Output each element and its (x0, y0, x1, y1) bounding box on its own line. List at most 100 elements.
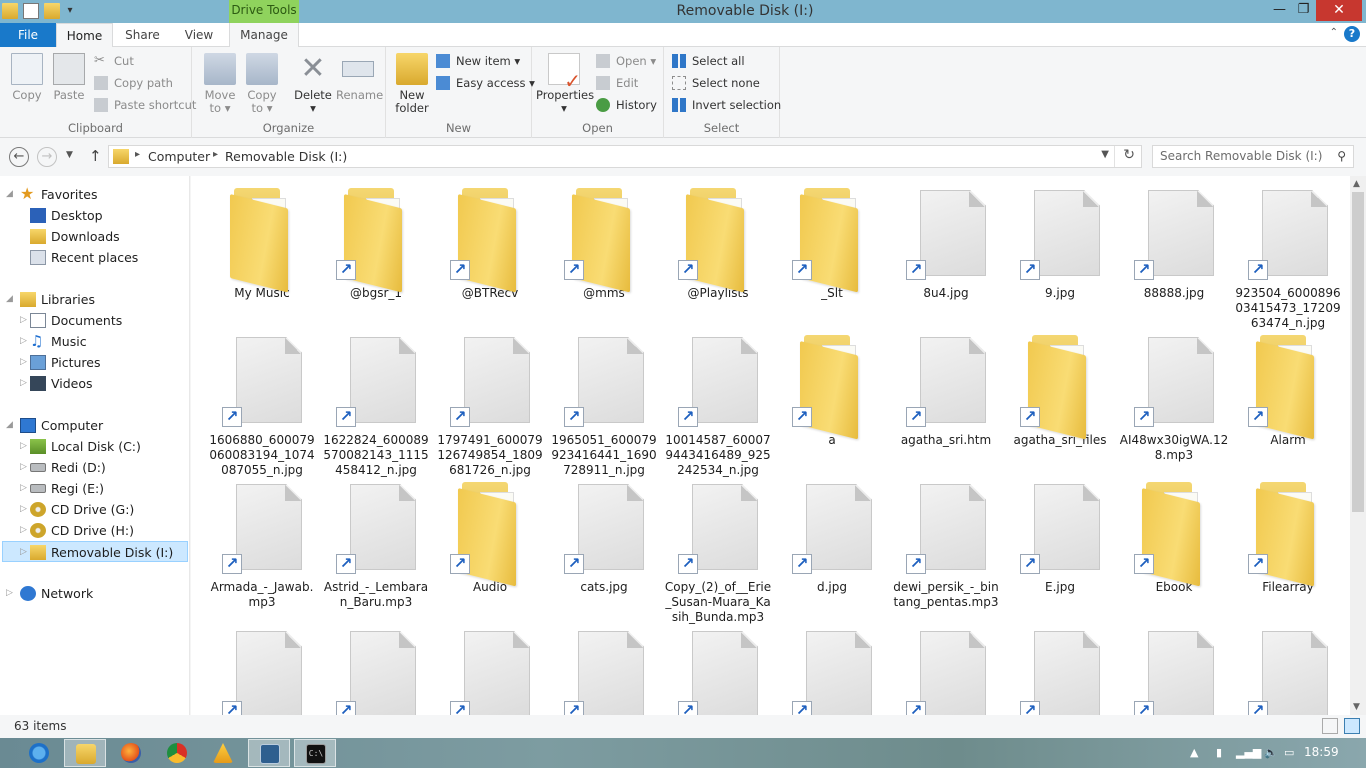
address-dropdown-icon[interactable]: ▼ (1101, 149, 1109, 160)
clock[interactable]: 18:59 (1304, 745, 1339, 759)
file-item[interactable]: ↗ (1231, 627, 1345, 715)
tree-redi-d[interactable]: ▷ Redi (D:) (20, 457, 106, 478)
history-button[interactable]: History (596, 95, 657, 115)
tab-share[interactable]: Share (115, 23, 170, 47)
properties-icon[interactable] (23, 3, 39, 19)
search-input[interactable]: Search Removable Disk (I:) ⚲ (1152, 145, 1354, 168)
tree-computer[interactable]: ◢ Computer (6, 415, 103, 436)
file-item[interactable]: ↗ d.jpg (775, 480, 889, 627)
new-folder-icon[interactable] (44, 3, 60, 19)
file-item[interactable]: ↗ 1965051_600079923416441_1690728911_n.jp… (547, 333, 661, 480)
copy-path-button[interactable]: Copy path (94, 73, 173, 93)
scrollbar-thumb[interactable] (1352, 192, 1364, 512)
folder-item[interactable]: ↗ @mms (547, 186, 661, 333)
breadcrumb-chevron-icon[interactable]: ▸ (213, 149, 218, 160)
battery-icon[interactable]: ▮ (1216, 746, 1222, 759)
folder-item[interactable]: My Music (205, 186, 319, 333)
file-item[interactable]: ↗ Copy_(2)_of__Erie_Susan-Muara_Kasih_Bun… (661, 480, 775, 627)
easy-access-button[interactable]: Easy access ▾ (436, 73, 535, 93)
delete-button[interactable]: ✕ Delete ▾ (292, 53, 334, 115)
tree-regi-e[interactable]: ▷ Regi (E:) (20, 478, 104, 499)
maximize-button[interactable]: ❐ (1290, 0, 1317, 21)
file-item[interactable]: ↗ 9.jpg (1003, 186, 1117, 333)
tree-documents[interactable]: ▷ Documents (20, 310, 122, 331)
chevron-up-icon[interactable]: ⌃ (1330, 27, 1338, 38)
tree-cd-drive-h[interactable]: ▷ CD Drive (H:) (20, 520, 134, 541)
tree-pictures[interactable]: ▷ Pictures (20, 352, 101, 373)
refresh-icon[interactable]: ↻ (1123, 147, 1135, 163)
tab-home[interactable]: Home (56, 23, 113, 48)
folder-item[interactable]: ↗ @Playlists (661, 186, 775, 333)
rename-button[interactable]: Rename (336, 53, 383, 102)
scroll-up-icon[interactable]: ▲ (1353, 179, 1360, 189)
tree-network[interactable]: ▷ Network (6, 583, 93, 604)
file-item[interactable]: ↗ AI48wx30igWA.128.mp3 (1117, 333, 1231, 480)
file-item[interactable]: ↗ (205, 627, 319, 715)
tree-downloads[interactable]: Downloads (30, 226, 120, 247)
folder-item[interactable]: ↗ a (775, 333, 889, 480)
large-icons-view-icon[interactable] (1344, 718, 1360, 734)
collapse-icon[interactable]: ▷ (20, 478, 27, 499)
file-item[interactable]: ↗ (1003, 627, 1117, 715)
copy-button[interactable]: Copy (8, 53, 46, 102)
folder-item[interactable]: ↗ @bgsr_1 (319, 186, 433, 333)
folder-item[interactable]: ↗ Audio (433, 480, 547, 627)
details-view-icon[interactable] (1322, 718, 1338, 734)
vertical-scrollbar[interactable]: ▲ ▼ (1350, 176, 1366, 715)
file-item[interactable]: ↗ 1606880_600079060083194_1074087055_n.jp… (205, 333, 319, 480)
folder-item[interactable]: ↗ _Slt (775, 186, 889, 333)
tree-removable-disk-i[interactable]: ▷ Removable Disk (I:) (2, 541, 188, 562)
file-item[interactable]: ↗ (889, 627, 1003, 715)
collapse-icon[interactable]: ▷ (6, 583, 13, 604)
select-all-button[interactable]: Select all (672, 51, 745, 71)
file-item[interactable]: ↗ agatha_sri.htm (889, 333, 1003, 480)
breadcrumb-removable-disk[interactable]: Removable Disk (I:) (225, 149, 347, 164)
file-item[interactable]: ↗ 1797491_600079126749854_1809681726_n.jp… (433, 333, 547, 480)
expand-icon[interactable]: ◢ (6, 184, 13, 205)
open-button[interactable]: Open ▾ (596, 51, 656, 71)
collapse-icon[interactable]: ▷ (20, 373, 27, 394)
signal-icon[interactable]: ▂▄▆ (1236, 746, 1261, 759)
properties-button[interactable]: Properties ▾ (536, 53, 594, 115)
tree-recent-places[interactable]: Recent places (30, 247, 138, 268)
taskbar-explorer[interactable] (64, 739, 106, 767)
file-item[interactable]: ↗ (661, 627, 775, 715)
taskbar-ie[interactable] (18, 739, 60, 767)
tree-desktop[interactable]: Desktop (30, 205, 103, 226)
tree-music[interactable]: ▷ ♫ Music (20, 331, 87, 352)
file-item[interactable]: ↗ Armada_-_Jawab.mp3 (205, 480, 319, 627)
collapse-icon[interactable]: ▷ (20, 436, 27, 457)
help-icon[interactable]: ? (1344, 26, 1360, 42)
recent-locations-button[interactable]: ▼ (66, 150, 73, 160)
file-item[interactable]: ↗ (319, 627, 433, 715)
taskbar-chrome[interactable] (156, 739, 198, 767)
new-folder-button[interactable]: New folder (392, 53, 432, 115)
close-button[interactable]: ✕ (1316, 0, 1362, 21)
file-item[interactable]: ↗ 1622824_600089570082143_1115458412_n.jp… (319, 333, 433, 480)
tree-local-disk-c[interactable]: ▷ Local Disk (C:) (20, 436, 141, 457)
taskbar-firefox[interactable] (110, 739, 152, 767)
folder-item[interactable]: ↗ Filearray (1231, 480, 1345, 627)
show-hidden-icons-icon[interactable]: ▲ (1190, 746, 1198, 759)
collapse-icon[interactable]: ▷ (20, 310, 27, 331)
collapse-icon[interactable]: ▷ (20, 499, 27, 520)
up-button[interactable]: ↑ (89, 147, 102, 165)
back-button[interactable]: ← (9, 147, 29, 167)
address-bar[interactable]: ▸ Computer ▸ Removable Disk (I:) ▼ ↻ (108, 145, 1142, 168)
folder-icon[interactable] (2, 3, 18, 19)
file-item[interactable]: ↗ 923504_600089603415473_1720963474_n.jpg (1231, 186, 1345, 333)
notification-icon[interactable]: ▭ (1284, 746, 1294, 759)
minimize-button[interactable]: — (1266, 0, 1293, 21)
breadcrumb-computer[interactable]: Computer (148, 149, 210, 164)
file-item[interactable]: ↗ 8u4.jpg (889, 186, 1003, 333)
new-item-button[interactable]: New item ▾ (436, 51, 520, 71)
tab-file[interactable]: File (0, 23, 56, 47)
file-item[interactable]: ↗ cats.jpg (547, 480, 661, 627)
invert-selection-button[interactable]: Invert selection (672, 95, 781, 115)
taskbar-cmd[interactable]: C:\ (294, 739, 336, 767)
file-item[interactable]: ↗ dewi_persik_-_bintang_pentas.mp3 (889, 480, 1003, 627)
file-item[interactable]: ↗ E.jpg (1003, 480, 1117, 627)
folder-item[interactable]: ↗ Alarm (1231, 333, 1345, 480)
forward-button[interactable]: → (37, 147, 57, 167)
tree-videos[interactable]: ▷ Videos (20, 373, 93, 394)
